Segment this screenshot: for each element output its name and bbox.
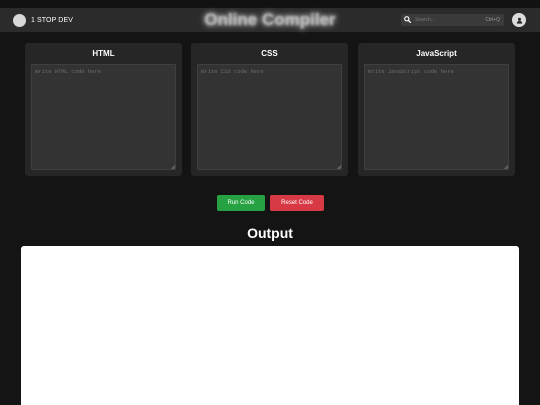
user-avatar[interactable] [512,13,526,27]
resize-grip-icon[interactable] [337,165,341,169]
html-panel-title: HTML [92,49,115,58]
css-panel-title: CSS [261,49,278,58]
search-icon [401,14,413,26]
css-code-input[interactable] [197,64,342,170]
resize-grip-icon[interactable] [171,165,175,169]
run-code-button[interactable]: Run Code [217,195,265,211]
output-frame[interactable] [21,246,519,405]
navbar: 1 STOP DEV Online Compiler Ctrl+Q [0,8,540,32]
javascript-editor-panel: JavaScript [358,43,515,176]
page-title: Online Compiler [204,10,336,29]
search-box[interactable]: Ctrl+Q [401,14,504,26]
user-icon [516,17,522,24]
brand-logo-icon [13,13,26,27]
javascript-panel-title: JavaScript [416,49,457,58]
search-input[interactable] [413,15,486,25]
html-code-input[interactable] [31,64,176,170]
brand-name: 1 STOP DEV [31,16,73,24]
javascript-code-input[interactable] [364,64,509,170]
css-editor-panel: CSS [191,43,348,176]
top-strip [0,0,540,8]
output-title: Output [247,225,293,241]
search-shortcut-hint: Ctrl+Q [485,17,500,23]
resize-grip-icon[interactable] [504,165,508,169]
brand[interactable]: 1 STOP DEV [13,13,73,27]
html-editor-panel: HTML [25,43,182,176]
reset-code-button[interactable]: Reset Code [270,195,324,211]
